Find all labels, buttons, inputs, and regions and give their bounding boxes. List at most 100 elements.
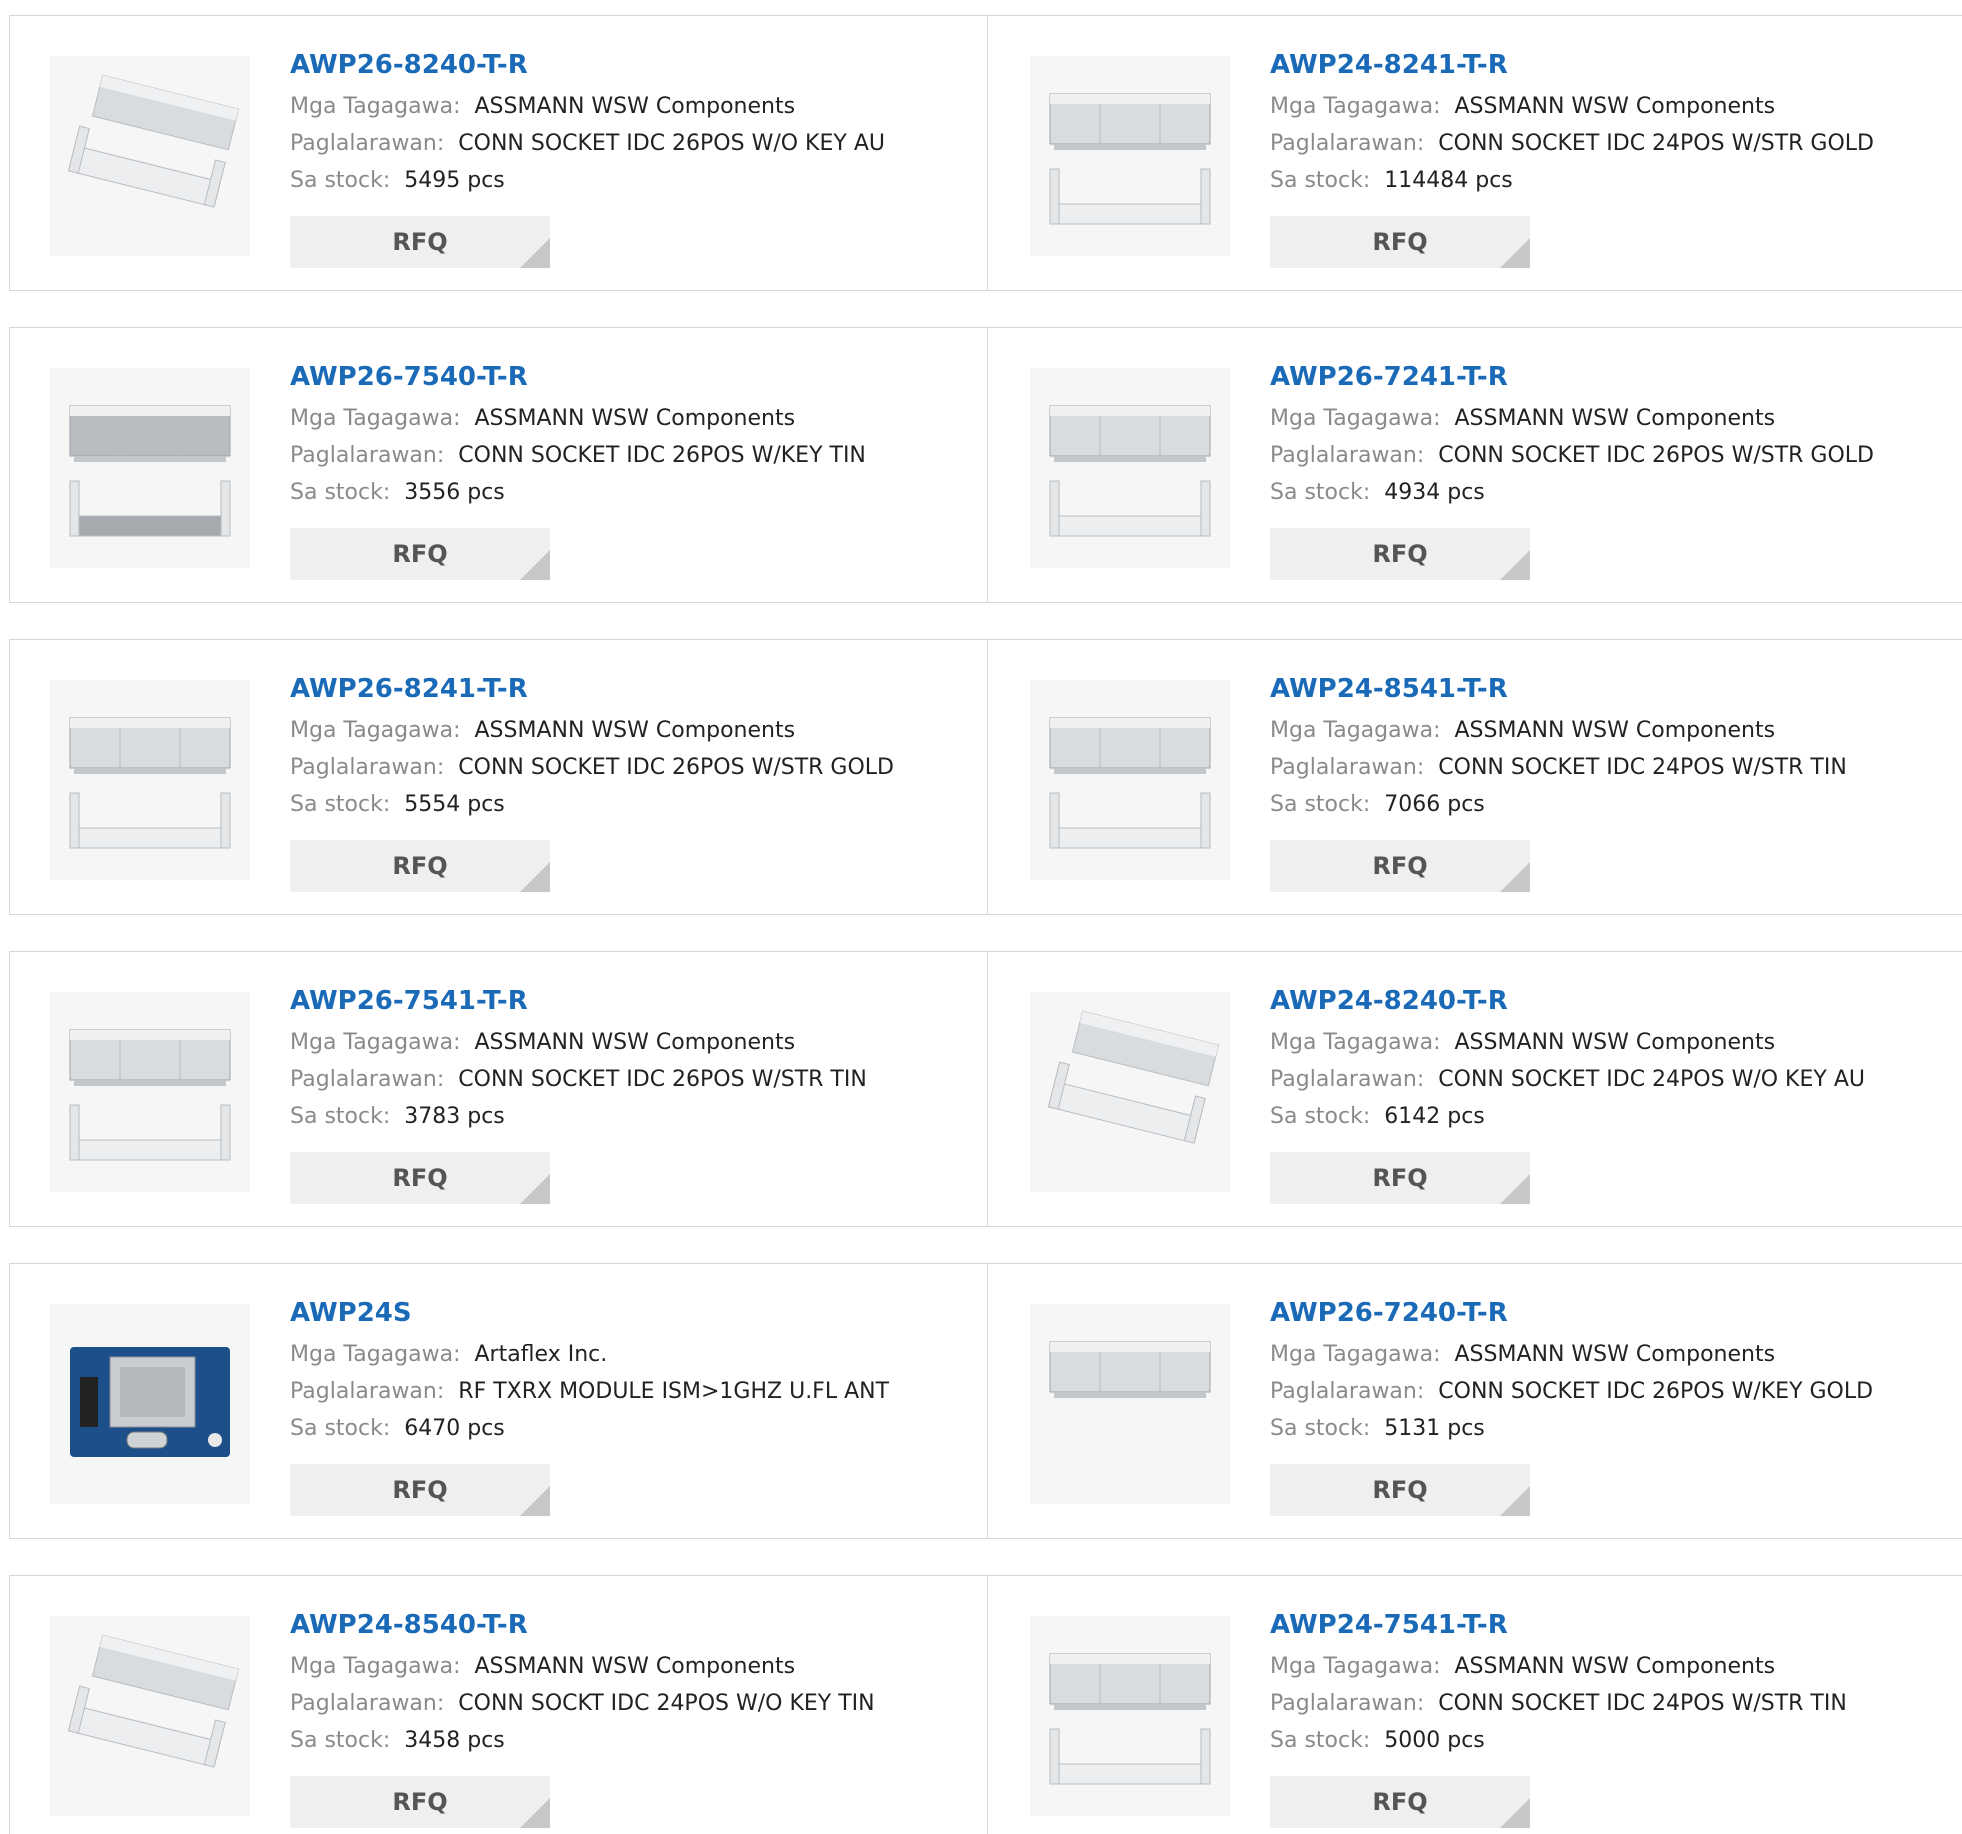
product-image[interactable] (1030, 1616, 1230, 1816)
stock-value: 5495 pcs (404, 168, 505, 193)
stock-value: 3556 pcs (404, 480, 505, 505)
rfq-button[interactable]: RFQ (290, 528, 550, 580)
description-value: CONN SOCKET IDC 24POS W/STR GOLD (1438, 131, 1874, 156)
stock-row: Sa stock: 5000 pcs (1270, 1722, 1847, 1759)
manufacturer-value: ASSMANN WSW Components (474, 406, 796, 431)
description-row: Paglalarawan: CONN SOCKET IDC 26POS W/KEY… (290, 437, 866, 474)
product-part-number-link[interactable]: AWP26-7240-T-R (1270, 1295, 1873, 1331)
stock-value: 4934 pcs (1384, 480, 1485, 505)
idc-socket-single-icon (1040, 1317, 1220, 1491)
description-row: Paglalarawan: CONN SOCKET IDC 24POS W/STR… (1270, 749, 1847, 786)
product-info: AWP24-7541-T-R Mga Tagagawa: ASSMANN WSW C… (1270, 1607, 1847, 1759)
product-image[interactable] (1030, 368, 1230, 568)
product-part-number-link[interactable]: AWP24-8541-T-R (1270, 671, 1847, 707)
description-value: CONN SOCKET IDC 24POS W/STR TIN (1438, 755, 1847, 780)
rfq-button[interactable]: RFQ (290, 216, 550, 268)
product-image[interactable] (1030, 992, 1230, 1192)
corner-triangle-icon (1500, 1174, 1530, 1204)
rfq-button-label: RFQ (392, 1788, 448, 1816)
product-image[interactable] (50, 680, 250, 880)
product-part-number-link[interactable]: AWP24-8240-T-R (1270, 983, 1865, 1019)
rfq-button[interactable]: RFQ (290, 1776, 550, 1828)
corner-triangle-icon (520, 862, 550, 892)
product-image[interactable] (50, 1616, 250, 1816)
product-part-number-link[interactable]: AWP24-8241-T-R (1270, 47, 1874, 83)
corner-triangle-icon (1500, 1486, 1530, 1516)
stock-value: 6142 pcs (1384, 1104, 1485, 1129)
product-part-number-link[interactable]: AWP26-7241-T-R (1270, 359, 1874, 395)
angled-idc-socket-open-icon (60, 1629, 240, 1803)
product-part-number-link[interactable]: AWP26-8241-T-R (290, 671, 894, 707)
stock-label: Sa stock: (1270, 1728, 1371, 1753)
manufacturer-row: Mga Tagagawa: ASSMANN WSW Components (1270, 88, 1874, 125)
stock-label: Sa stock: (1270, 1416, 1371, 1441)
product-image[interactable] (1030, 56, 1230, 256)
stock-label: Sa stock: (290, 480, 391, 505)
manufacturer-value: ASSMANN WSW Components (1454, 1654, 1776, 1679)
corner-triangle-icon (520, 1174, 550, 1204)
description-label: Paglalarawan: (1270, 755, 1425, 780)
product-image[interactable] (1030, 1304, 1230, 1504)
product-part-number-link[interactable]: AWP24-8540-T-R (290, 1607, 875, 1643)
rfq-button[interactable]: RFQ (290, 1152, 550, 1204)
corner-triangle-icon (520, 1486, 550, 1516)
description-label: Paglalarawan: (290, 1067, 445, 1092)
rfq-button-label: RFQ (392, 1476, 448, 1504)
product-row: AWP26-8240-T-R Mga Tagagawa: ASSMANN WSW C… (9, 15, 1962, 291)
manufacturer-row: Mga Tagagawa: ASSMANN WSW Components (1270, 712, 1847, 749)
rfq-button[interactable]: RFQ (1270, 1464, 1530, 1516)
product-part-number-link[interactable]: AWP26-8240-T-R (290, 47, 885, 83)
description-label: Paglalarawan: (1270, 1379, 1425, 1404)
rfq-button-label: RFQ (1372, 540, 1428, 568)
product-card: AWP24-7541-T-R Mga Tagagawa: ASSMANN WSW C… (988, 1576, 1962, 1834)
stock-row: Sa stock: 7066 pcs (1270, 786, 1847, 823)
rfq-button[interactable]: RFQ (1270, 1152, 1530, 1204)
product-image[interactable] (50, 368, 250, 568)
product-card: AWP26-7541-T-R Mga Tagagawa: ASSMANN WSW C… (10, 952, 988, 1226)
product-row: AWP26-7540-T-R Mga Tagagawa: ASSMANN WSW C… (9, 327, 1962, 603)
rfq-button-label: RFQ (1372, 852, 1428, 880)
stock-label: Sa stock: (1270, 792, 1371, 817)
product-part-number-link[interactable]: AWP26-7540-T-R (290, 359, 866, 395)
product-image[interactable] (50, 992, 250, 1192)
rfq-button[interactable]: RFQ (1270, 528, 1530, 580)
idc-socket-strain-relief-icon (1040, 69, 1220, 243)
stock-value: 7066 pcs (1384, 792, 1485, 817)
rfq-button[interactable]: RFQ (290, 840, 550, 892)
stock-label: Sa stock: (1270, 168, 1371, 193)
rfq-button[interactable]: RFQ (1270, 840, 1530, 892)
manufacturer-label: Mga Tagagawa: (290, 1654, 461, 1679)
stock-value: 5000 pcs (1384, 1728, 1485, 1753)
corner-triangle-icon (520, 550, 550, 580)
product-image[interactable] (50, 56, 250, 256)
product-part-number-link[interactable]: AWP24-7541-T-R (1270, 1607, 1847, 1643)
description-value: CONN SOCKET IDC 26POS W/O KEY AU (458, 131, 885, 156)
stock-row: Sa stock: 3783 pcs (290, 1098, 867, 1135)
manufacturer-row: Mga Tagagawa: ASSMANN WSW Components (290, 88, 885, 125)
product-part-number-link[interactable]: AWP24S (290, 1295, 889, 1331)
rfq-button[interactable]: RFQ (290, 1464, 550, 1516)
product-row: AWP26-8241-T-R Mga Tagagawa: ASSMANN WSW C… (9, 639, 1962, 915)
stock-value: 114484 pcs (1384, 168, 1513, 193)
rfq-button[interactable]: RFQ (1270, 216, 1530, 268)
description-value: CONN SOCKET IDC 24POS W/STR TIN (1438, 1691, 1847, 1716)
manufacturer-label: Mga Tagagawa: (290, 94, 461, 119)
description-row: Paglalarawan: CONN SOCKET IDC 26POS W/STR… (290, 749, 894, 786)
manufacturer-value: ASSMANN WSW Components (474, 1030, 796, 1055)
product-info: AWP26-7541-T-R Mga Tagagawa: ASSMANN WSW C… (290, 983, 867, 1135)
product-info: AWP26-7540-T-R Mga Tagagawa: ASSMANN WSW C… (290, 359, 866, 511)
stock-value: 3458 pcs (404, 1728, 505, 1753)
description-label: Paglalarawan: (1270, 443, 1425, 468)
description-value: RF TXRX MODULE ISM>1GHZ U.FL ANT (458, 1379, 890, 1404)
rfq-button[interactable]: RFQ (1270, 1776, 1530, 1828)
manufacturer-label: Mga Tagagawa: (290, 1030, 461, 1055)
manufacturer-value: ASSMANN WSW Components (1454, 94, 1776, 119)
product-part-number-link[interactable]: AWP26-7541-T-R (290, 983, 867, 1019)
description-value: CONN SOCKT IDC 24POS W/O KEY TIN (458, 1691, 875, 1716)
corner-triangle-icon (1500, 238, 1530, 268)
product-image[interactable] (50, 1304, 250, 1504)
corner-triangle-icon (520, 238, 550, 268)
product-image[interactable] (1030, 680, 1230, 880)
stock-row: Sa stock: 5131 pcs (1270, 1410, 1873, 1447)
description-row: Paglalarawan: CONN SOCKET IDC 24POS W/STR… (1270, 1685, 1847, 1722)
